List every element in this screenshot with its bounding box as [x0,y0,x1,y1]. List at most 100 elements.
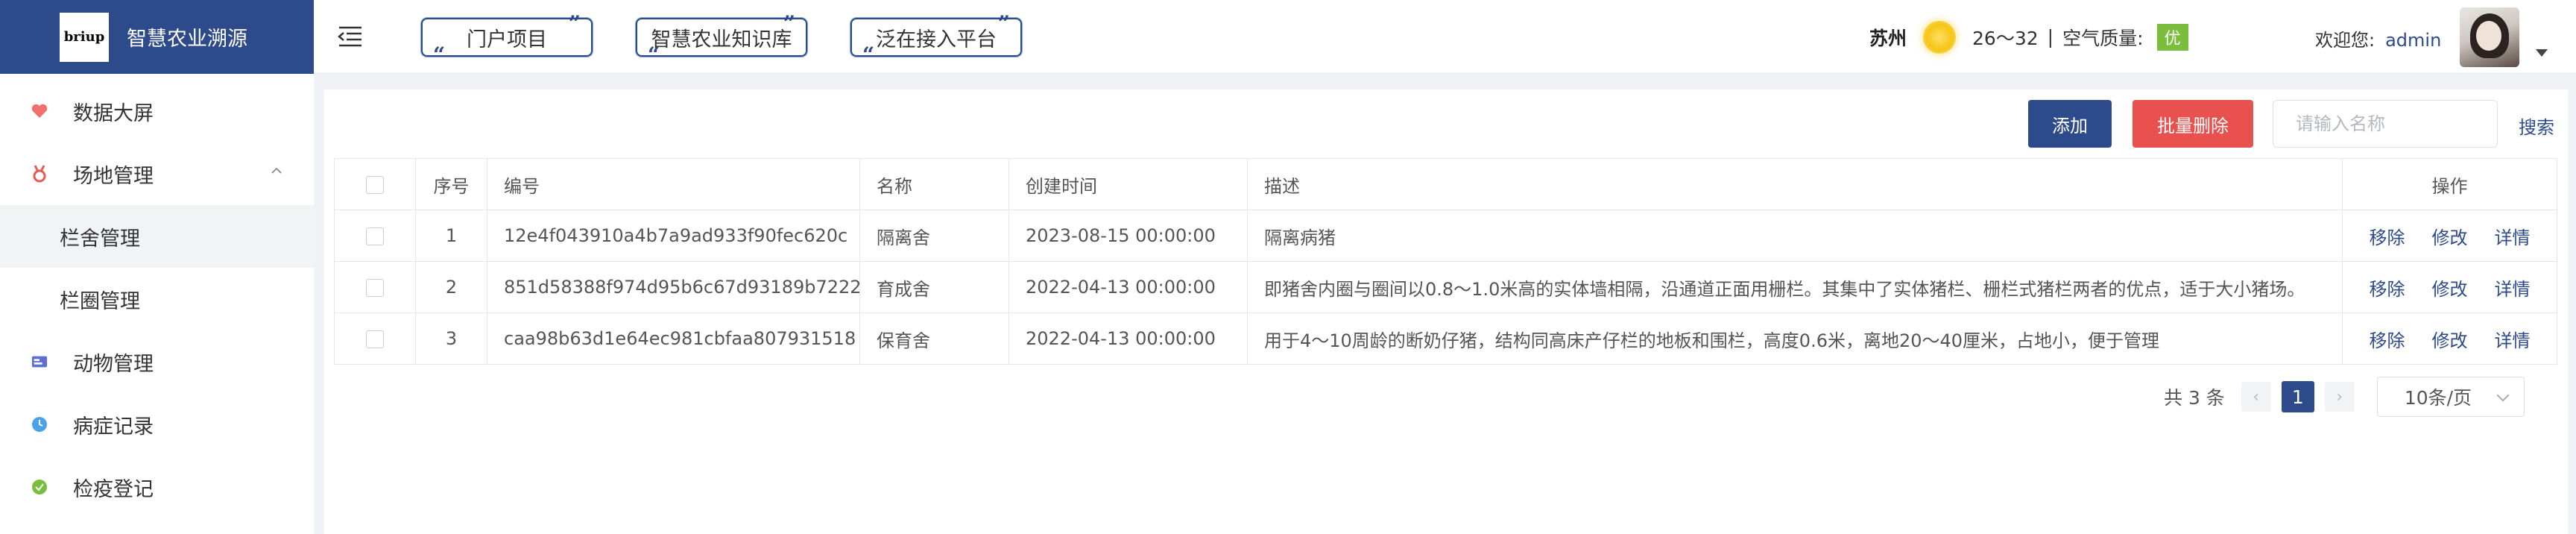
table-row: 1 12e4f043910a4b7a9ad933f90fec620c 隔离舍 2… [334,210,2557,262]
data-table: 序号 编号 名称 创建时间 描述 操作 1 12e4f043910a4b7a9a… [334,158,2557,365]
page-size-value: 10条/页 [2404,387,2472,409]
weather-divider: | [2047,26,2054,48]
main-card: 添加 批量删除 搜索 序号 编号 名称 创建时间 描述 操作 1 12e4f04… [324,89,2568,534]
cell-code: caa98b63d1e64ec981cbfaa807931518 [487,312,860,365]
col-header-index: 序号 [415,158,487,210]
col-header-code: 编号 [487,158,860,210]
cell-ops: 移除 修改 详情 [2342,261,2557,313]
sidebar: briup 智慧农业溯源 数据大屏 场地管理 栏舍管理 栏圈管理 动物管理 病症… [0,0,314,534]
edit-link[interactable]: 修改 [2432,223,2468,249]
welcome-label: 欢迎您: [2315,30,2375,51]
user-dropdown-caret-icon[interactable] [2536,49,2548,57]
clock-icon [31,416,48,433]
page-size-select[interactable]: 10条/页 [2376,377,2525,417]
cell-created: 2023-08-15 00:00:00 [1008,210,1248,262]
detail-link[interactable]: 详情 [2495,223,2531,249]
col-header-created: 创建时间 [1008,158,1248,210]
cell-ops: 移除 修改 详情 [2342,312,2557,365]
select-all-checkbox[interactable] [366,176,384,194]
cell-created: 2022-04-13 00:00:00 [1008,261,1248,313]
row-checkbox[interactable] [366,227,384,245]
tab-portal[interactable]: “ 门户项目 ” [421,13,593,66]
quote-close-icon: ” [783,11,795,36]
add-button[interactable]: 添加 [2028,100,2112,148]
next-page-button[interactable]: › [2324,382,2355,412]
air-quality-label: 空气质量: [2062,27,2144,49]
select-all-cell [334,158,416,210]
tab-access-platform[interactable]: “ 泛在接入平台 ” [850,13,1022,66]
remove-link[interactable]: 移除 [2370,274,2405,301]
pagination: 共 3 条 ‹ 1 › 10条/页 [2164,377,2525,417]
prev-page-button[interactable]: ‹ [2241,382,2271,412]
batch-delete-button[interactable]: 批量删除 [2133,100,2253,148]
check-circle-icon [31,479,48,495]
sidebar-item-data-screen[interactable]: 数据大屏 [0,80,314,142]
welcome-text: 欢迎您: admin [2315,25,2441,51]
quote-close-icon: ” [997,11,1010,36]
medal-icon [31,165,48,183]
page-number-current[interactable]: 1 [2281,381,2314,412]
row-select-cell [334,312,416,365]
quote-open-icon: “ [433,43,446,67]
username[interactable]: admin [2385,30,2441,51]
remove-link[interactable]: 移除 [2370,326,2405,352]
sidebar-item-label: 动物管理 [73,352,154,376]
sidebar-menu: 数据大屏 场地管理 栏舍管理 栏圈管理 动物管理 病症记录 检疫登记 [0,74,314,518]
cell-desc: 隔离病猪 [1247,210,2343,262]
pagination-total: 共 3 条 [2164,387,2225,409]
tab-label: 智慧农业知识库 [651,28,792,51]
sidebar-item-label: 病症记录 [73,415,154,439]
search-button[interactable]: 搜索 [2519,113,2554,139]
sidebar-item-quarantine-registration[interactable]: 检疫登记 [0,456,314,518]
tab-knowledge-base[interactable]: “ 智慧农业知识库 ” [636,13,807,66]
remove-link[interactable]: 移除 [2370,223,2405,249]
search-input[interactable] [2273,100,2498,148]
tab-label: 门户项目 [467,28,547,51]
cell-ops: 移除 修改 详情 [2342,210,2557,262]
col-header-ops: 操作 [2342,158,2557,210]
cell-name: 隔离舍 [859,210,1009,262]
cell-index: 3 [415,312,487,365]
air-quality-badge: 优 [2156,23,2188,51]
row-checkbox[interactable] [366,279,384,297]
quote-close-icon: ” [568,11,581,36]
app-title: 智慧农业溯源 [127,28,247,51]
sidebar-item-pen-house[interactable]: 栏舍管理 [0,205,314,268]
row-select-cell [334,210,416,262]
table-row: 2 851d58388f974d95b6c67d93189b7222 育成舍 2… [334,261,2557,313]
sidebar-item-animal-management[interactable]: 动物管理 [0,330,314,393]
sidebar-item-label: 检疫登记 [73,477,154,501]
row-checkbox[interactable] [366,330,384,348]
sidebar-item-label: 场地管理 [73,164,154,188]
quote-open-icon: “ [862,43,875,67]
chevron-up-icon [271,167,282,174]
logo-bar: briup 智慧农业溯源 [0,0,314,74]
sidebar-item-site-management[interactable]: 场地管理 [0,142,314,205]
sidebar-item-pen-circle[interactable]: 栏圈管理 [0,268,314,330]
table-row: 3 caa98b63d1e64ec981cbfaa807931518 保育舍 2… [334,312,2557,365]
tab-label: 泛在接入平台 [876,28,997,51]
col-header-desc: 描述 [1247,158,2343,210]
menu-toggle-icon[interactable] [338,25,363,48]
avatar-face [2476,21,2501,51]
card-icon [31,354,48,370]
row-select-cell [334,261,416,313]
cell-created: 2022-04-13 00:00:00 [1008,312,1248,365]
cell-code: 12e4f043910a4b7a9ad933f90fec620c [487,210,860,262]
cell-name: 育成舍 [859,261,1009,313]
weather-city: 苏州 [1869,27,1907,49]
cell-desc: 用于4～10周龄的断奶仔猪，结构同高床产仔栏的地板和围栏，高度0.6米，离地20… [1247,312,2343,365]
sidebar-item-label: 栏圈管理 [60,289,140,313]
weather-widget: 苏州 26～32 | 空气质量: 优 [1869,0,2188,74]
weather-temp: 26～32 [1972,27,2039,49]
sun-icon [1923,20,1957,54]
chevron-down-icon [2496,389,2510,402]
detail-link[interactable]: 详情 [2495,326,2531,352]
cell-code: 851d58388f974d95b6c67d93189b7222 [487,261,860,313]
detail-link[interactable]: 详情 [2495,274,2531,301]
sidebar-item-symptom-records[interactable]: 病症记录 [0,393,314,456]
edit-link[interactable]: 修改 [2432,326,2468,352]
edit-link[interactable]: 修改 [2432,274,2468,301]
quote-open-icon: “ [648,43,660,67]
avatar[interactable] [2460,7,2519,67]
